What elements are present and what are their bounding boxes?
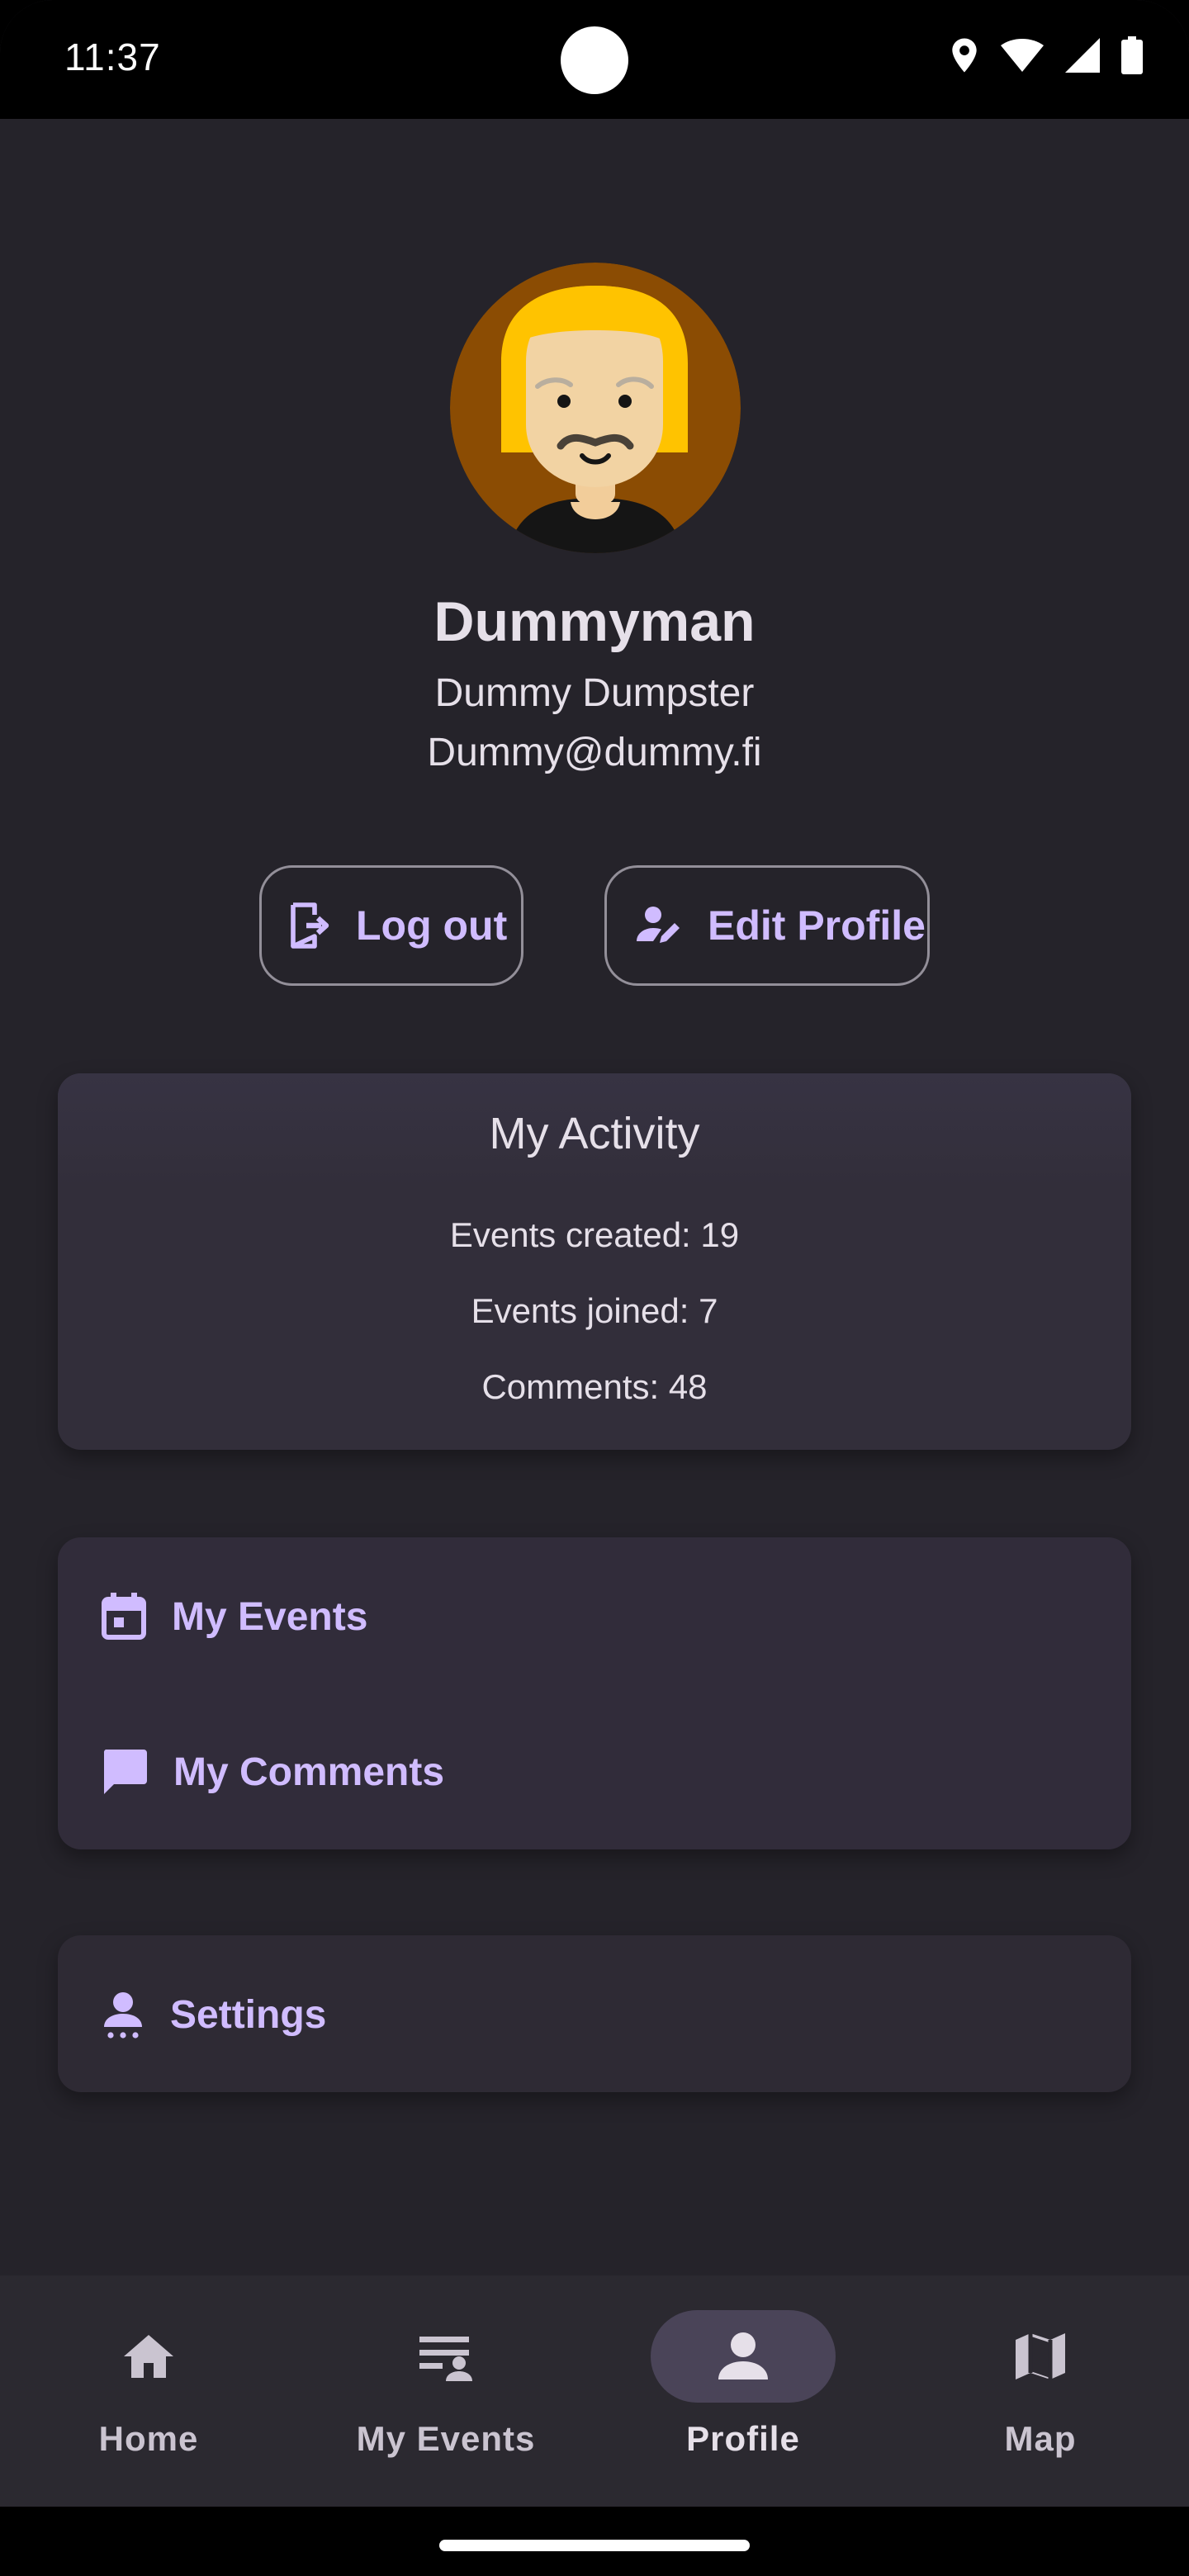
battery-icon [1121,36,1143,74]
my-comments-link[interactable]: My Comments [58,1714,1131,1830]
wifi-icon [1001,39,1044,72]
person-icon [718,2332,768,2379]
profile-email: Dummy@dummy.fi [427,731,762,774]
front-camera-cutout [561,26,628,94]
gesture-handle[interactable] [439,2540,750,2551]
comment-icon [103,1750,147,1794]
activity-card: My Activity Events created: 19 Events jo… [58,1073,1131,1450]
nav-home[interactable]: Home [0,2275,297,2507]
stat-events-joined: Events joined: 7 [471,1291,718,1330]
settings-link[interactable]: Settings [58,1957,1131,2072]
nav-my-events[interactable]: My Events [297,2275,594,2507]
my-events-link[interactable]: My Events [58,1559,1131,1674]
map-icon [1016,2333,1065,2379]
signal-icon [1065,38,1100,73]
settings-label: Settings [170,1992,327,2037]
edit-profile-button[interactable]: Edit Profile [604,865,930,986]
settings-card: Settings [58,1935,1131,2092]
avatar [450,263,741,553]
status-bar: 11:37 [0,0,1189,119]
links-card: My Events My Comments [58,1537,1131,1849]
profile-full-name: Dummy Dumpster [434,671,755,715]
stat-events-created: Events created: 19 [449,1215,740,1254]
edit-person-icon [637,907,680,943]
nav-home-label: Home [98,2419,199,2458]
nav-map-label: Map [1004,2419,1077,2458]
account-settings-icon [104,1992,142,2039]
logout-icon [291,902,329,949]
profile-screen: 11:37 Dummyman Dummy Dumpster Dummy@dumm… [0,0,1189,2576]
my-events-label: My Events [172,1594,368,1639]
nav-profile[interactable]: Profile [594,2275,892,2507]
status-time: 11:37 [64,36,161,78]
my-comments-label: My Comments [173,1750,445,1794]
status-icons [950,36,1143,74]
nav-my-events-label: My Events [356,2419,536,2458]
logout-button[interactable]: Log out [259,865,523,986]
activity-title: My Activity [489,1109,700,1158]
profile-username: Dummyman [433,590,756,653]
nav-map[interactable]: Map [892,2275,1189,2507]
edit-profile-label: Edit Profile [708,902,926,949]
location-icon [952,38,977,73]
gesture-navigation-area [0,2507,1189,2576]
calendar-icon [102,1593,146,1640]
stat-comments: Comments: 48 [481,1367,708,1406]
bottom-navigation: Home My Events Profile Map [0,2275,1189,2507]
logout-label: Log out [356,902,508,949]
event-list-icon [419,2337,472,2381]
avatar-illustration [450,263,741,553]
home-icon [124,2335,173,2378]
nav-profile-label: Profile [686,2419,800,2458]
